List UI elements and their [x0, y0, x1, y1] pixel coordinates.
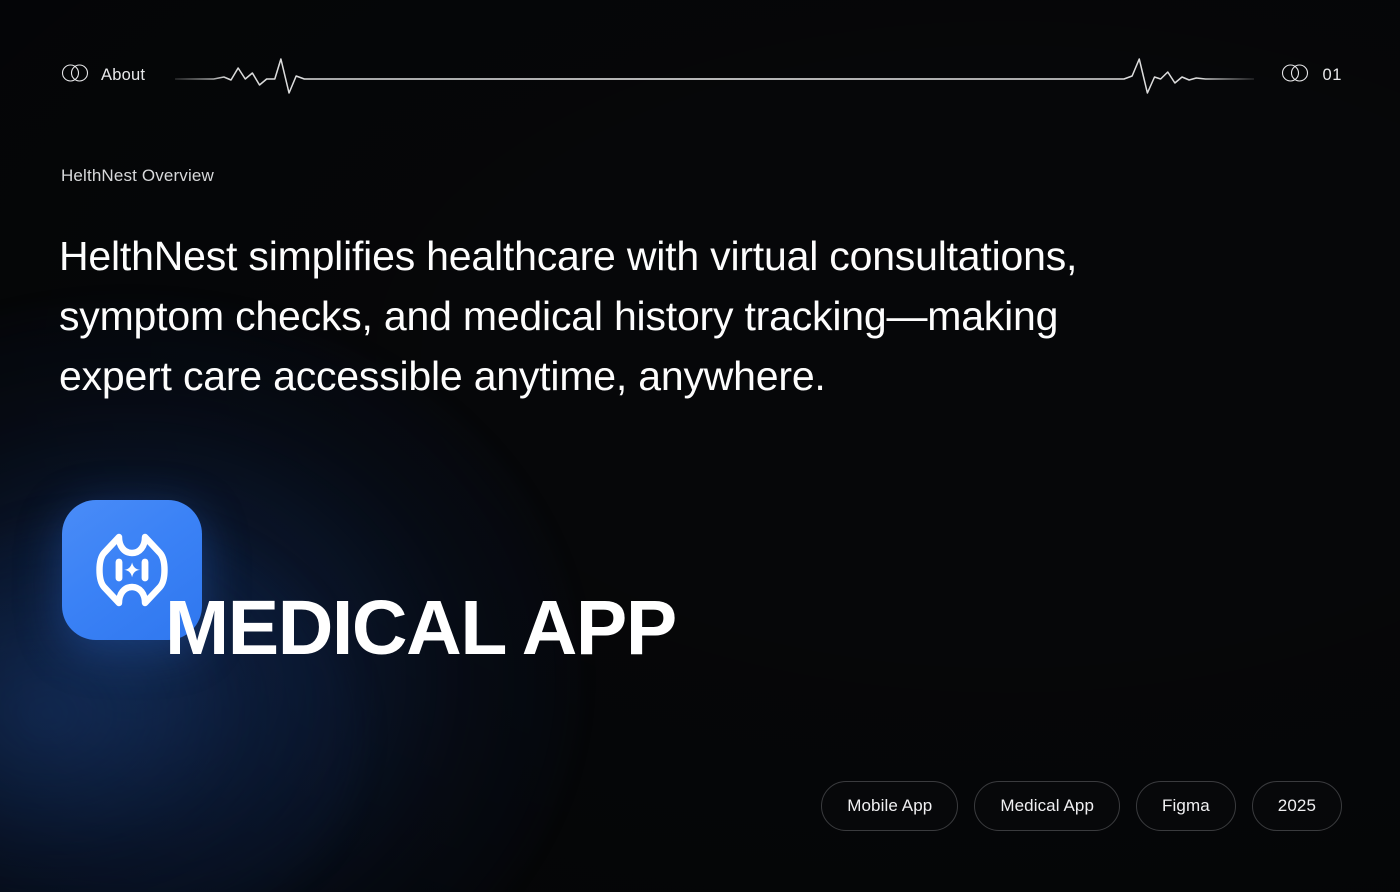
brand-title: MEDICAL APP [165, 585, 677, 671]
brand-block: MEDICAL APP [62, 500, 1062, 671]
page-number: 01 [1322, 65, 1342, 84]
tag-pill-figma[interactable]: Figma [1136, 781, 1236, 831]
tag-pill-medical-app[interactable]: Medical App [974, 781, 1121, 831]
header-nav-label: About [101, 65, 146, 84]
section-eyebrow-label: HelthNest Overview [61, 166, 214, 185]
header-bar: About 01 [60, 55, 1342, 95]
double-circle-icon-right [1280, 63, 1310, 87]
ecg-heartbeat-line [175, 55, 1255, 95]
header-page-indicator: 01 [1280, 63, 1342, 87]
slide-root: About 01 HelthNest Overview HelthNest si… [0, 0, 1400, 892]
double-circle-icon [60, 63, 90, 87]
header-nav-about[interactable]: About [60, 63, 146, 87]
overview-paragraph: HelthNest simplifies healthcare with vir… [59, 233, 1078, 399]
tag-pill-group: Mobile App Medical App Figma 2025 [821, 781, 1342, 831]
tag-pill-mobile-app[interactable]: Mobile App [821, 781, 959, 831]
tag-pill-year[interactable]: 2025 [1251, 781, 1342, 831]
